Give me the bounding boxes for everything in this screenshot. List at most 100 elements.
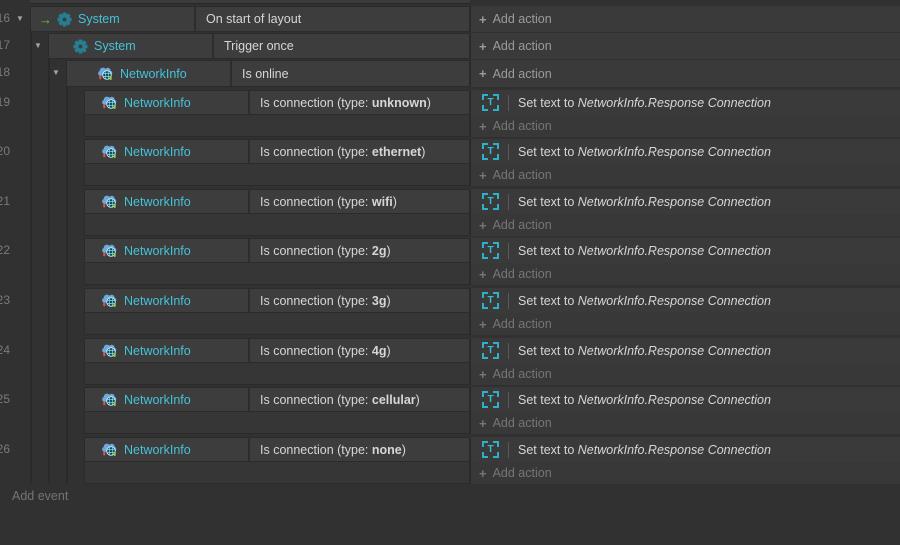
- add-action-row[interactable]: + Add action: [470, 60, 900, 87]
- indent-guide: [30, 32, 32, 483]
- object-name: System: [78, 12, 120, 26]
- condition-cell[interactable]: Is connection (type: 2g): [250, 239, 469, 262]
- plus-icon: +: [479, 465, 487, 481]
- empty-condition-area[interactable]: [84, 462, 470, 484]
- condition-cell[interactable]: Is connection (type: unknown): [250, 91, 469, 114]
- object-cell[interactable]: NetworkInfo: [85, 438, 250, 461]
- text-object-icon: T: [482, 391, 499, 408]
- action-expression: NetworkInfo.Response Connection: [577, 343, 771, 358]
- empty-condition-area[interactable]: [84, 313, 470, 335]
- event-condition-block: NetworkInfo Is connection (type: wifi): [84, 189, 470, 214]
- networkinfo-icon: [101, 441, 118, 458]
- object-cell[interactable]: NetworkInfo: [85, 388, 250, 411]
- plus-icon: +: [479, 217, 487, 233]
- action-expression: NetworkInfo.Response Connection: [577, 95, 771, 110]
- condition-cell[interactable]: Is connection (type: ethernet): [250, 140, 469, 163]
- event-number: 21: [0, 194, 10, 208]
- condition-cell[interactable]: Is connection (type: 4g): [250, 339, 469, 362]
- empty-condition-area[interactable]: [84, 263, 470, 285]
- add-action-row[interactable]: + Add action: [470, 313, 900, 335]
- condition-text-suffix: ): [386, 343, 391, 358]
- add-event-button[interactable]: Add event: [12, 489, 68, 503]
- event-number: 23: [0, 293, 10, 307]
- action-row[interactable]: T Set text to NetworkInfo.Response Connec…: [470, 238, 900, 263]
- plus-icon: +: [479, 11, 487, 27]
- text-object-icon: T: [482, 143, 499, 160]
- add-action-row[interactable]: + Add action: [470, 164, 900, 186]
- add-action-row[interactable]: + Add action: [470, 6, 900, 32]
- object-cell[interactable]: → System: [31, 7, 196, 31]
- condition-param: 3g: [371, 293, 387, 308]
- event-condition-block: NetworkInfo Is connection (type: 3g): [84, 288, 470, 313]
- add-action-label: Add action: [492, 367, 552, 381]
- condition-cell[interactable]: On start of layout: [196, 7, 469, 31]
- condition-text-suffix: ): [392, 194, 397, 209]
- object-cell[interactable]: System: [49, 34, 214, 58]
- icon-text-divider: [508, 391, 509, 408]
- add-action-row[interactable]: + Add action: [470, 363, 900, 385]
- object-cell[interactable]: NetworkInfo: [85, 190, 250, 213]
- add-action-row[interactable]: + Add action: [470, 263, 900, 285]
- add-action-row[interactable]: + Add action: [470, 115, 900, 137]
- action-text: Set text to: [518, 343, 578, 358]
- plus-icon: +: [479, 366, 487, 382]
- action-row[interactable]: T Set text to NetworkInfo.Response Connec…: [470, 90, 900, 115]
- add-action-row[interactable]: + Add action: [470, 462, 900, 484]
- add-action-label: Add action: [492, 267, 552, 281]
- action-row[interactable]: T Set text to NetworkInfo.Response Connec…: [470, 437, 900, 462]
- add-action-row[interactable]: + Add action: [470, 214, 900, 236]
- add-action-label: Add action: [492, 39, 552, 53]
- add-action-label: Add action: [492, 168, 552, 182]
- gear-icon: [57, 11, 72, 27]
- icon-text-divider: [508, 292, 509, 309]
- action-row[interactable]: T Set text to NetworkInfo.Response Connec…: [470, 387, 900, 412]
- object-name: NetworkInfo: [124, 144, 191, 159]
- action-text: Set text to: [518, 144, 578, 159]
- object-name: NetworkInfo: [124, 343, 191, 358]
- object-name: NetworkInfo: [124, 392, 191, 407]
- action-row[interactable]: T Set text to NetworkInfo.Response Connec…: [470, 288, 900, 313]
- condition-cell[interactable]: Is connection (type: none): [250, 438, 469, 461]
- plus-icon: +: [479, 118, 487, 134]
- action-row[interactable]: T Set text to NetworkInfo.Response Connec…: [470, 189, 900, 214]
- condition-text: Is connection (type:: [260, 194, 372, 209]
- condition-cell[interactable]: Is connection (type: 3g): [250, 289, 469, 312]
- condition-cell[interactable]: Is connection (type: cellular): [250, 388, 469, 411]
- collapse-triangle-icon[interactable]: ▼: [49, 68, 63, 78]
- add-action-label: Add action: [492, 218, 552, 232]
- icon-text-divider: [508, 242, 509, 259]
- empty-condition-area[interactable]: [84, 214, 470, 236]
- text-object-icon: T: [482, 292, 499, 309]
- networkinfo-icon: [101, 94, 118, 111]
- object-cell[interactable]: NetworkInfo: [67, 61, 232, 86]
- networkinfo-icon: [101, 242, 118, 259]
- condition-cell[interactable]: Is online: [232, 61, 469, 86]
- event-condition-block: NetworkInfo Is connection (type: 4g): [84, 338, 470, 363]
- object-cell[interactable]: NetworkInfo: [85, 239, 250, 262]
- condition-cell[interactable]: Is connection (type: wifi): [250, 190, 469, 213]
- empty-condition-area[interactable]: [84, 115, 470, 137]
- object-cell[interactable]: NetworkInfo: [85, 339, 250, 362]
- empty-condition-area[interactable]: [84, 363, 470, 385]
- action-row[interactable]: T Set text to NetworkInfo.Response Connec…: [470, 139, 900, 164]
- event-number: 17: [0, 38, 10, 52]
- event-condition-block: System Trigger once: [48, 33, 470, 59]
- object-cell[interactable]: NetworkInfo: [85, 91, 250, 114]
- add-action-label: Add action: [492, 416, 552, 430]
- networkinfo-icon: [101, 391, 118, 408]
- add-action-row[interactable]: + Add action: [470, 33, 900, 59]
- plus-icon: +: [479, 415, 487, 431]
- action-row[interactable]: T Set text to NetworkInfo.Response Connec…: [470, 338, 900, 363]
- collapse-triangle-icon[interactable]: ▼: [13, 14, 27, 24]
- plus-icon: +: [479, 38, 487, 54]
- object-cell[interactable]: NetworkInfo: [85, 140, 250, 163]
- empty-condition-area[interactable]: [84, 412, 470, 434]
- event-number: 19: [0, 95, 10, 109]
- condition-cell[interactable]: Trigger once: [214, 34, 469, 58]
- collapse-triangle-icon[interactable]: ▼: [31, 41, 45, 51]
- empty-condition-area[interactable]: [84, 164, 470, 186]
- add-action-row[interactable]: + Add action: [470, 412, 900, 434]
- object-cell[interactable]: NetworkInfo: [85, 289, 250, 312]
- object-name: NetworkInfo: [124, 243, 191, 258]
- condition-param: unknown: [371, 95, 427, 110]
